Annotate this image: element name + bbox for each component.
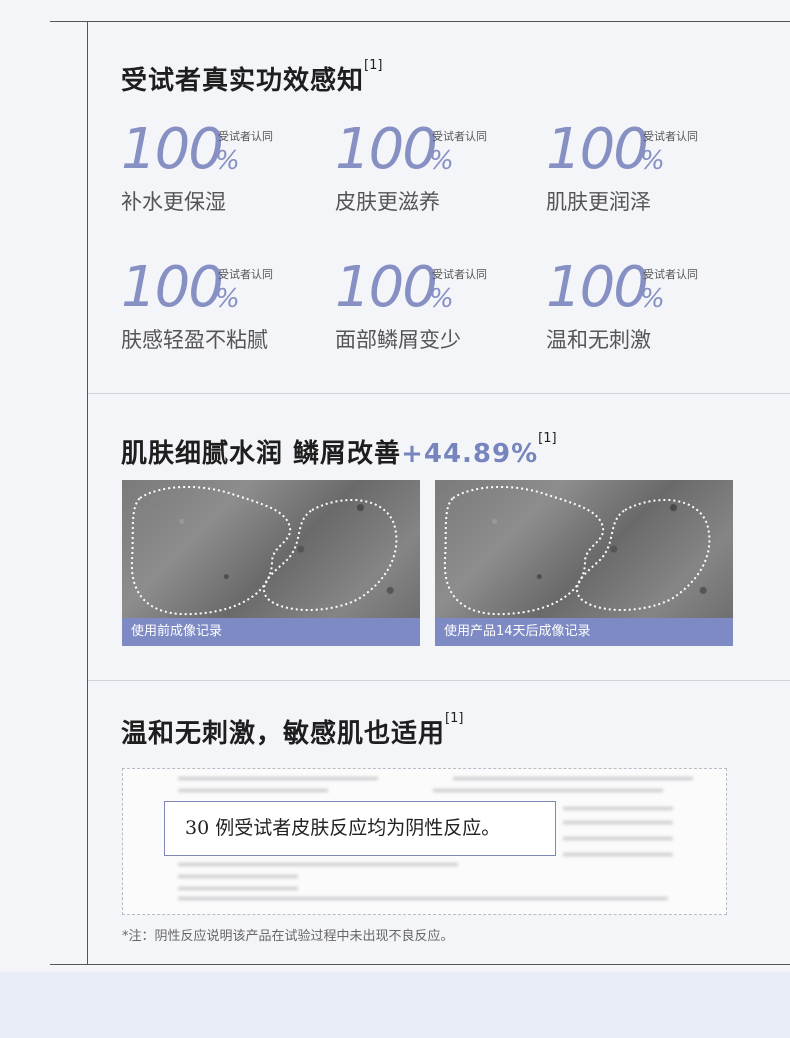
footnote-note: *注：阴性反应说明该产品在试验过程中未出现不良反应。 [122,929,454,944]
section-title-gentle: 温和无刺激，敏感肌也适用[1] [121,711,464,750]
section-divider [88,393,790,394]
stat-label: 面部鳞屑变少 [335,328,461,352]
stat-label: 肤感轻盈不粘腻 [121,328,268,352]
after-caption: 使用产品14天后成像记录 [435,618,733,646]
stat-value: 100 [546,255,649,320]
stat-card: 100 % 受试者认同 皮肤更滋养 [335,120,535,230]
footnote-ref: [1] [364,58,383,73]
bottom-band [0,972,790,1038]
footnote-ref: [1] [445,711,464,726]
before-photo: 使用前成像记录 [122,480,420,646]
stat-tag: 受试者认同 [432,130,487,143]
bottom-rule [50,964,790,965]
outline-region [443,486,711,616]
stat-tag: 受试者认同 [643,268,698,281]
stat-unit: % [215,284,240,314]
stat-value: 100 [546,117,649,182]
stat-label: 肌肤更润泽 [546,190,651,214]
section-title-efficacy: 受试者真实功效感知[1] [121,58,383,97]
section-divider [88,680,790,681]
outline-region [130,486,398,616]
test-report-image: 30 例受试者皮肤反应均为阴性反应。 [122,768,727,915]
stat-label: 温和无刺激 [546,328,651,352]
efficacy-title-text: 受试者真实功效感知 [121,66,365,96]
stat-value: 100 [335,117,438,182]
section-title-skin: 肌肤细腻水润 鳞屑改善+44.89%[1] [121,431,557,470]
stat-card: 100 % 受试者认同 肤感轻盈不粘腻 [121,258,321,368]
gentle-title-text: 温和无刺激，敏感肌也适用 [121,719,446,749]
stat-unit: % [640,146,665,176]
stat-tag: 受试者认同 [643,130,698,143]
stat-label: 补水更保湿 [121,190,226,214]
stat-card: 100 % 受试者认同 肌肤更润泽 [546,120,746,230]
stat-unit: % [215,146,240,176]
before-caption: 使用前成像记录 [122,618,420,646]
stat-card: 100 % 受试者认同 面部鳞屑变少 [335,258,535,368]
stat-tag: 受试者认同 [432,268,487,281]
stat-card: 100 % 受试者认同 温和无刺激 [546,258,746,368]
stat-tag: 受试者认同 [218,268,273,281]
top-rule [50,21,790,22]
stat-unit: % [640,284,665,314]
stat-tag: 受试者认同 [218,130,273,143]
result-callout: 30 例受试者皮肤反应均为阴性反应。 [164,801,556,856]
stat-value: 100 [121,117,224,182]
vertical-rule [87,21,88,965]
stat-value: 100 [121,255,224,320]
stat-card: 100 % 受试者认同 补水更保湿 [121,120,321,230]
skin-title-text: 肌肤细腻水润 鳞屑改善 [121,439,402,469]
stat-unit: % [429,284,454,314]
after-photo: 使用产品14天后成像记录 [435,480,733,646]
footnote-ref: [1] [538,431,557,446]
stat-value: 100 [335,255,438,320]
stat-label: 皮肤更滋养 [335,190,440,214]
page: 受试者真实功效感知[1] 100 % 受试者认同 补水更保湿 100 % 受试者… [0,0,790,1038]
stat-unit: % [429,146,454,176]
improvement-percent: +44.89% [401,439,539,469]
